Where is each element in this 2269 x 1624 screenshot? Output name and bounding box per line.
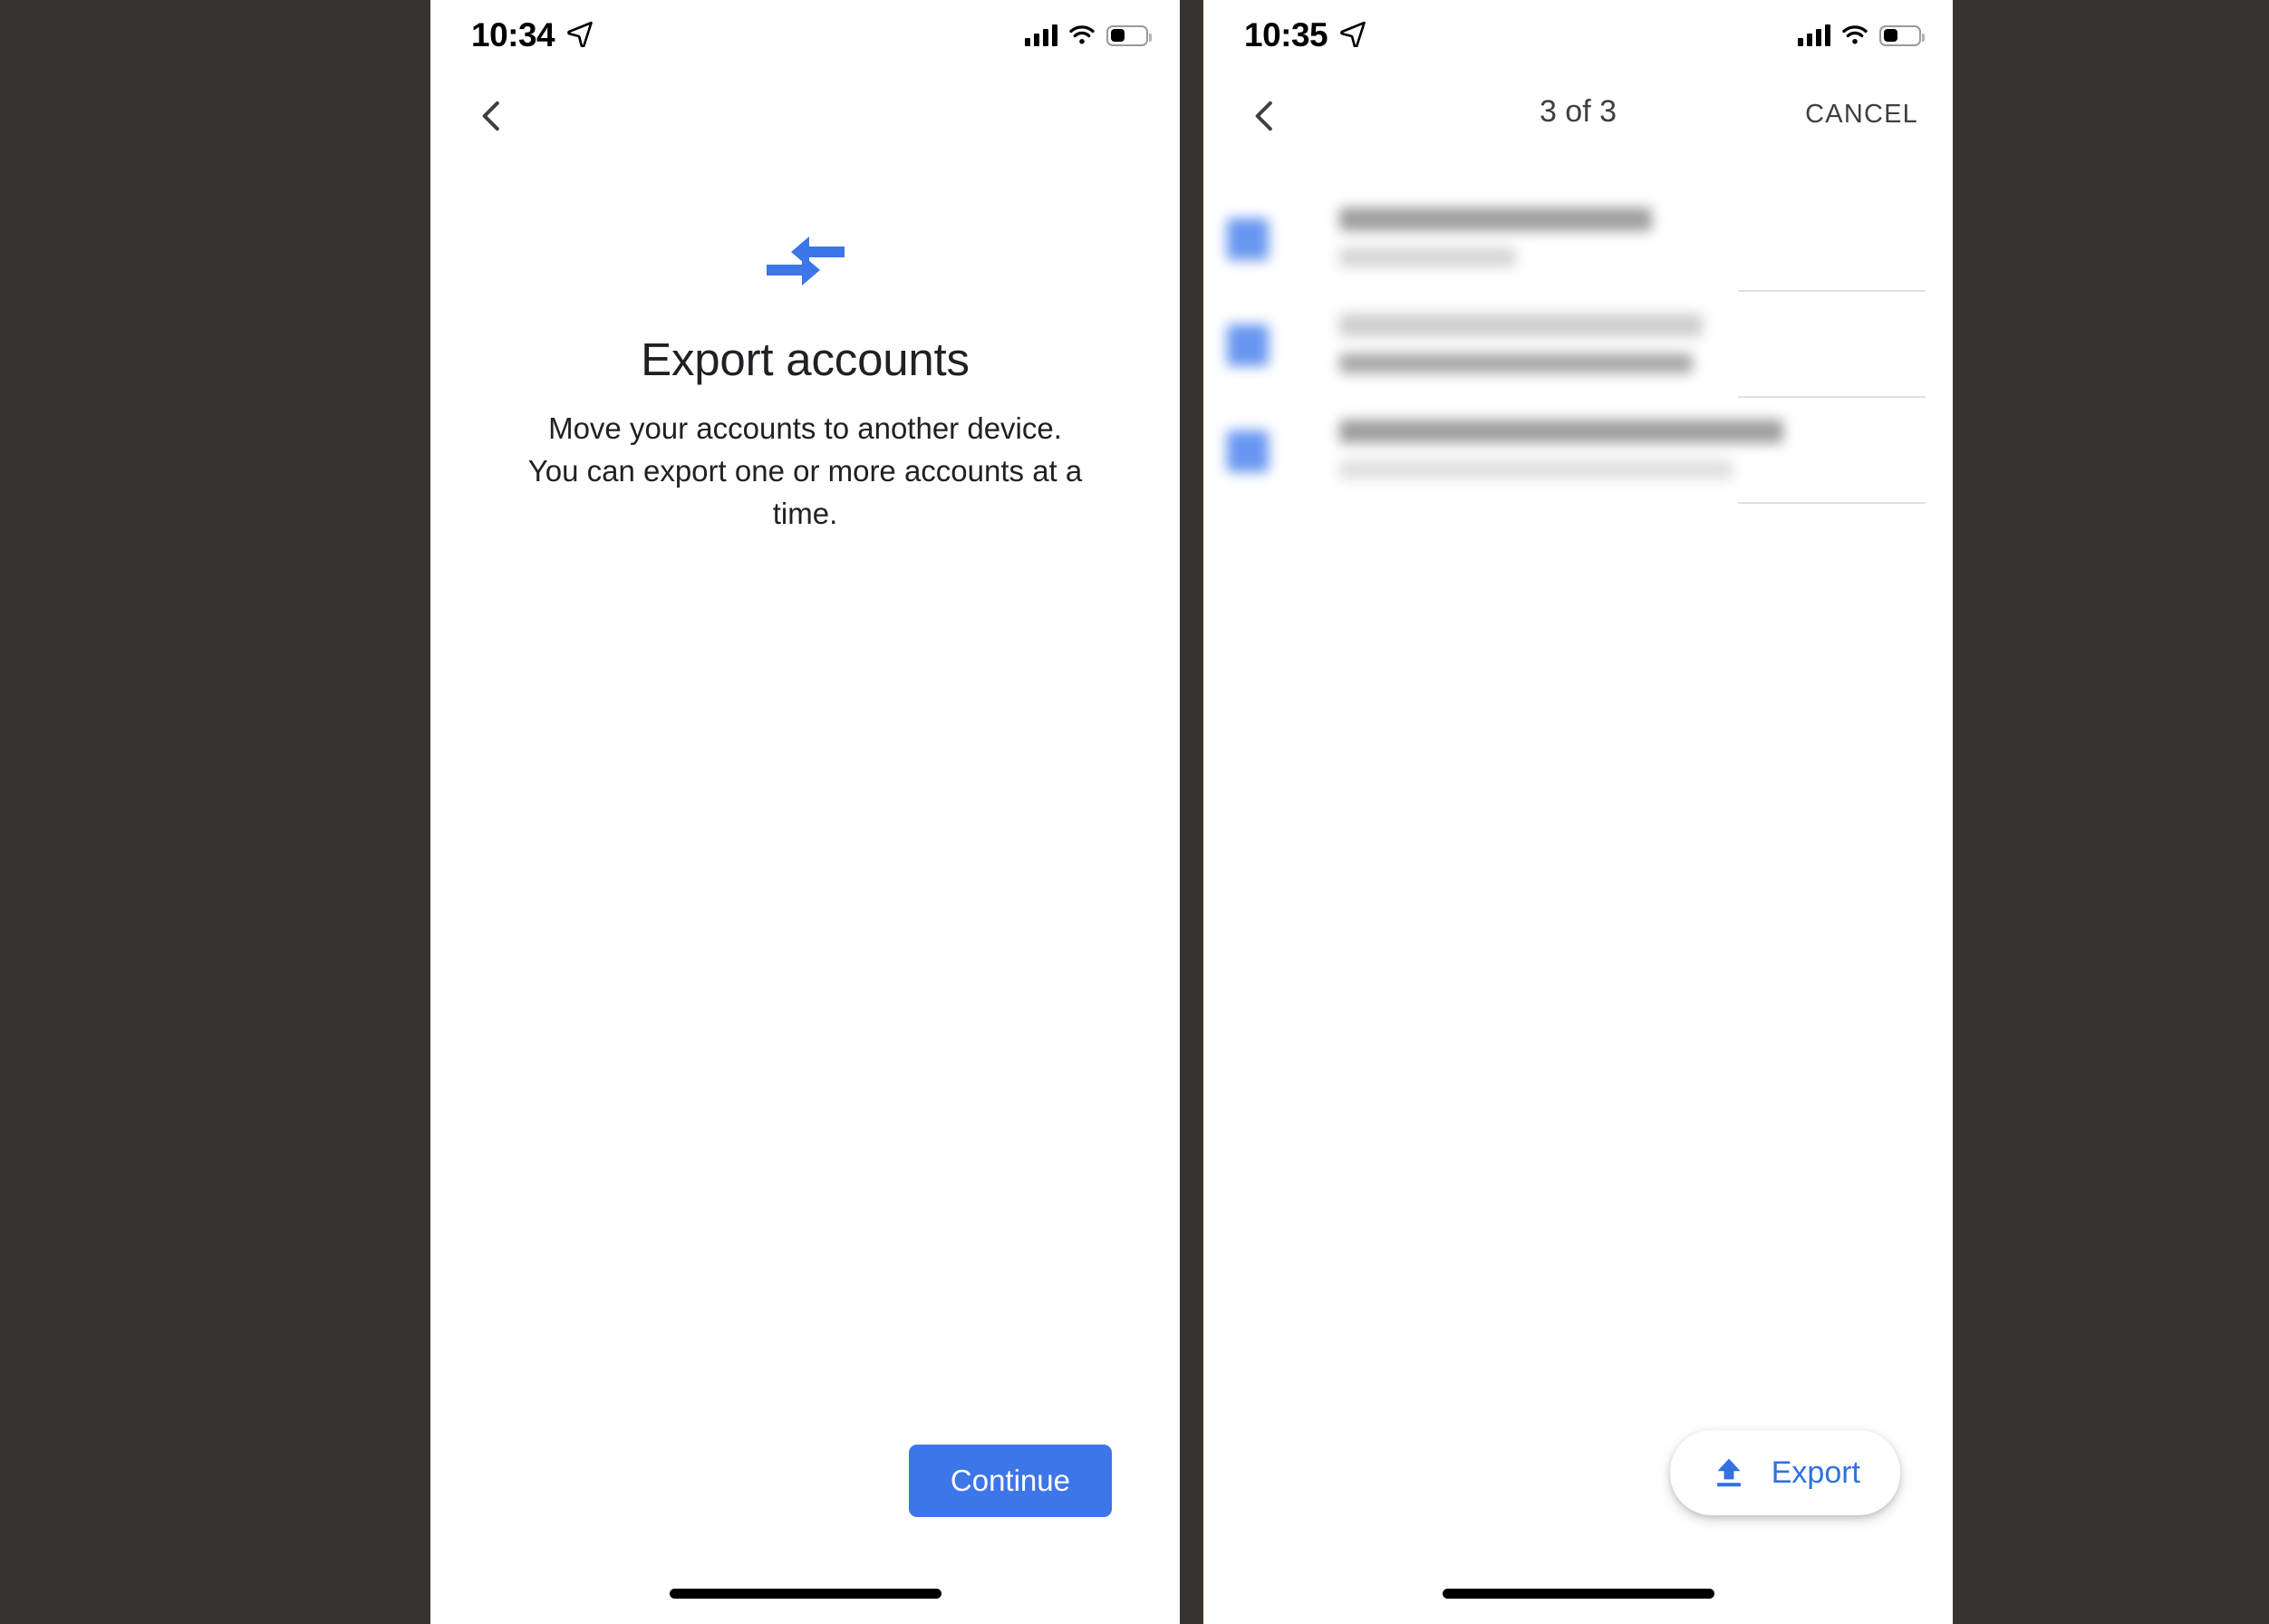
account-checkbox[interactable] — [1227, 324, 1269, 366]
list-item[interactable] — [1203, 186, 1953, 292]
list-item[interactable] — [1203, 292, 1953, 398]
account-text — [1339, 420, 1844, 479]
cancel-button[interactable]: CANCEL — [1805, 100, 1918, 130]
account-detail-redacted — [1339, 247, 1516, 267]
cellular-signal-icon — [1025, 24, 1057, 46]
account-name-redacted — [1339, 314, 1704, 337]
navigation-bar — [430, 82, 1180, 163]
account-list — [1203, 186, 1953, 504]
account-detail-redacted — [1339, 459, 1733, 479]
account-checkbox[interactable] — [1227, 218, 1269, 260]
wifi-icon — [1842, 25, 1868, 44]
page-title: Export accounts — [641, 334, 970, 385]
status-bar-indicators — [1798, 20, 1925, 51]
transfer-arrows-icon — [766, 237, 845, 285]
hero-section: Export accounts Move your accounts to an… — [430, 231, 1180, 536]
status-bar-time: 10:34 — [471, 16, 555, 53]
account-text — [1339, 314, 1844, 373]
location-arrow-icon — [567, 21, 593, 47]
phone-screenshot-export-intro: 10:34 Export accounts Move your accounts… — [430, 0, 1180, 1624]
location-arrow-icon — [1340, 21, 1366, 47]
phone-screenshot-select-accounts: 10:35 3 of 3 CANCEL Export — [1203, 0, 1953, 1624]
account-text — [1339, 208, 1844, 267]
home-indicator — [669, 1589, 941, 1599]
chevron-left-icon — [482, 101, 499, 131]
page-description: Move your accounts to another device. Yo… — [527, 411, 1083, 530]
status-bar-time: 10:35 — [1244, 16, 1328, 53]
list-item[interactable] — [1203, 398, 1953, 504]
export-button-label: Export — [1771, 1455, 1860, 1490]
account-name-redacted — [1339, 420, 1784, 443]
upload-icon — [1716, 1458, 1741, 1487]
account-checkbox[interactable] — [1227, 430, 1269, 472]
continue-button[interactable]: Continue — [908, 1445, 1112, 1517]
cellular-signal-icon — [1798, 24, 1830, 46]
status-bar: 10:34 — [430, 0, 1180, 71]
status-bar-indicators — [1025, 20, 1152, 51]
battery-icon — [1106, 24, 1152, 46]
back-button[interactable] — [458, 82, 526, 150]
screenshot-canvas: 10:34 Export accounts Move your accounts… — [0, 0, 2269, 1624]
account-name-redacted — [1339, 208, 1653, 231]
wifi-icon — [1069, 25, 1095, 44]
battery-icon — [1879, 24, 1925, 46]
list-divider — [1738, 502, 1926, 504]
home-indicator — [1442, 1589, 1714, 1599]
export-button[interactable]: Export — [1669, 1430, 1900, 1515]
account-detail-redacted — [1339, 353, 1693, 373]
navigation-bar: 3 of 3 CANCEL — [1203, 82, 1953, 163]
status-bar: 10:35 — [1203, 0, 1953, 71]
